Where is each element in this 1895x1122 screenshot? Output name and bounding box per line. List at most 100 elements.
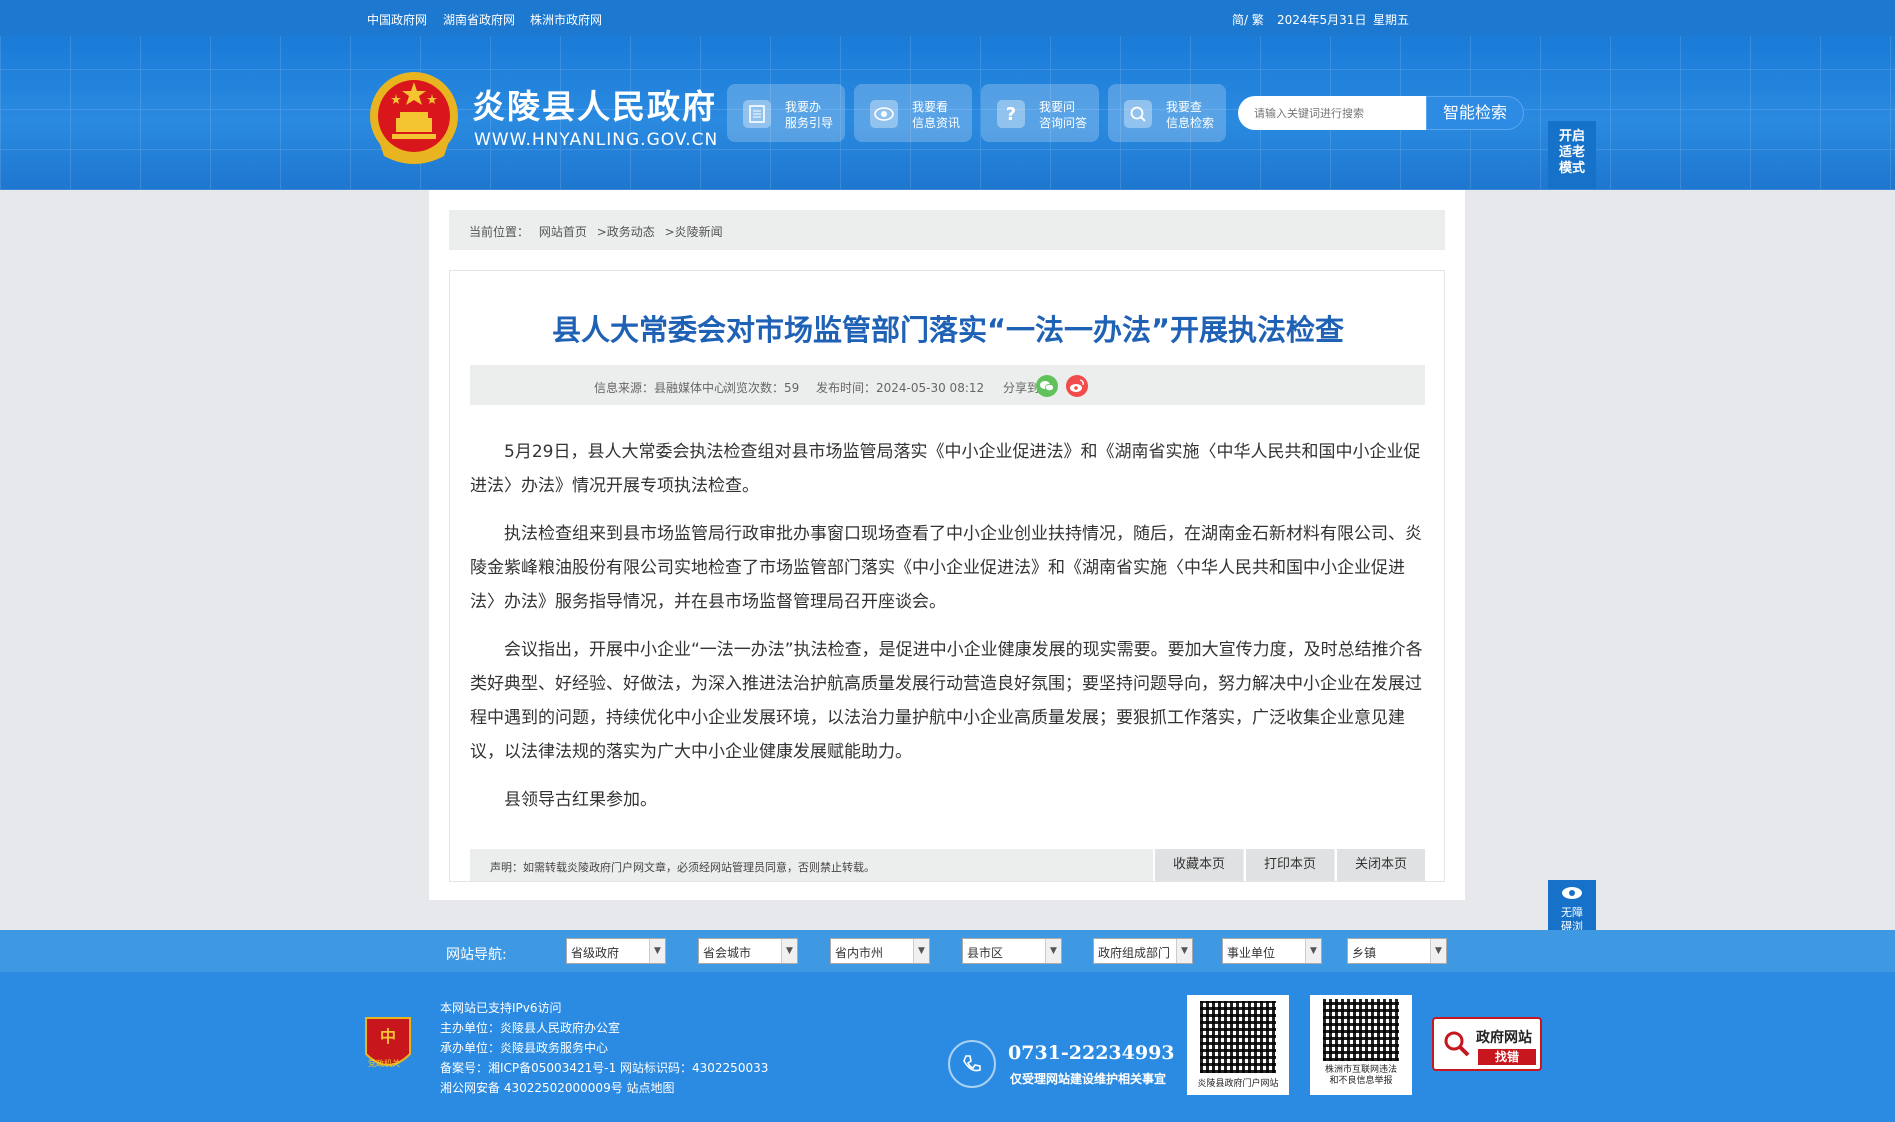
eye-icon [870,100,898,128]
breadcrumb-gov-news[interactable]: >政务动态 [597,225,655,239]
article-paragraph: 5月29日，县人大常委会执法检查组对县市场监管局落实《中小企业促进法》和《湖南省… [470,442,1421,496]
print-button[interactable]: 打印本页 [1244,849,1334,881]
chevron-down-icon: ▼ [1176,939,1192,963]
bookmark-button[interactable]: 收藏本页 [1153,849,1243,881]
article-date: 发布时间：2024-05-30 08:12 [816,381,985,395]
footer-organizer: 承办单位：炎陵县政务服务中心 [440,1041,609,1055]
eye-icon [1562,887,1582,899]
phone-icon [948,1040,996,1088]
breadcrumb-home[interactable]: 网站首页 [539,225,587,239]
close-page-button[interactable]: 关闭本页 [1335,849,1425,881]
breadcrumb-label: 当前位置： [469,225,530,239]
quick-link-sublabel: 信息资讯 [912,116,961,130]
article-paragraph: 执法检查组来到县市场监管局行政审批办事窗口现场查看了中小企业创业扶持情况，随后，… [470,524,1422,612]
qr-caption: 炎陵县政府门户网站 [1197,1079,1279,1089]
gov-site-error-report[interactable]: 政府网站 找错 [1432,1017,1542,1071]
article-views: 浏览次数：59 [724,381,800,395]
footer-sponsor: 主办单位：炎陵县人民政府办公室 [440,1021,621,1035]
weibo-share-icon[interactable] [1066,375,1088,397]
svg-text:中: 中 [380,1027,396,1046]
select-value: 乡镇 [1352,946,1377,960]
select-capital-cities[interactable]: 省会城市 ▼ [698,938,798,964]
breadcrumb: 当前位置： 网站首页 >政务动态 >炎陵新闻 [449,210,1445,250]
qr-code-icon [1200,1001,1276,1073]
qr-code-report: 株洲市互联网违法和不良信息举报 [1310,995,1412,1095]
language-toggle[interactable]: 简/ 繁 [1232,11,1264,28]
select-counties[interactable]: 县市区 ▼ [962,938,1062,964]
select-value: 省会城市 [703,946,752,960]
article-source: 信息来源：县融媒体中心 [594,381,727,395]
link-gov-cn[interactable]: 中国政府网 [367,11,427,28]
link-zhuzhou-gov[interactable]: 株洲市政府网 [530,11,602,28]
footer-ipv6: 本网站已支持IPv6访问 [440,1001,562,1015]
select-departments[interactable]: 政府组成部门 ▼ [1093,938,1193,964]
quick-link-ask[interactable]: ? 我要问 咨询问答 [981,84,1099,142]
article-footer: 声明：如需转载炎陵政府门户网文章，必须经网站管理员同意，否则禁止转载。 收藏本页… [470,849,1425,881]
elder-mode-label: 开启适老模式 [1558,129,1585,176]
quick-link-info[interactable]: 我要看 信息资讯 [854,84,972,142]
quick-link-label: 我要查 [1166,100,1203,114]
article: 县人大常委会对市场监管部门落实“一法一办法”开展执法检查 信息来源：县融媒体中心… [449,270,1445,882]
party-gov-label: 党政机关 [368,1059,400,1068]
article-title: 县人大常委会对市场监管部门落实“一法一办法”开展执法检查 [551,313,1345,347]
select-value: 省内市州 [835,946,884,960]
site-header: 炎陵县人民政府 WWW.HNYANLING.GOV.CN 我要办 服务引导 我要… [0,36,1895,190]
error-report-title: 政府网站 [1476,1030,1532,1046]
elder-mode-button[interactable]: 开启适老模式 [1548,121,1596,189]
footer-info: 本网站已支持IPv6访问 主办单位：炎陵县人民政府办公室 承办单位：炎陵县政务服… [440,998,768,1098]
search-input[interactable] [1238,96,1428,130]
contact-phone: 0731-22234993 [1008,1042,1175,1064]
qr-code-icon [1323,999,1399,1061]
article-paragraph: 县领导古红果参加。 [504,790,657,810]
national-emblem-icon [370,72,458,164]
current-date: 2024年5月31日 [1277,13,1367,27]
party-gov-badge[interactable]: 中 党政机关 [362,1014,414,1076]
current-weekday: 星期五 [1373,13,1410,27]
select-value: 事业单位 [1227,946,1276,960]
article-meta: 信息来源：县融媒体中心 浏览次数：59 发布时间：2024-05-30 08:1… [470,365,1425,405]
wechat-share-icon[interactable] [1036,375,1058,397]
question-icon: ? [997,100,1025,128]
footer-security[interactable]: 湘公网安备 43022502000009号 站点地图 [440,1078,768,1098]
article-paragraph: 会议指出，开展中小企业“一法一办法”执法检查，是促进中小企业健康发展的现实需要。… [470,640,1423,762]
chevron-down-icon: ▼ [1430,939,1446,963]
chevron-down-icon: ▼ [781,939,797,963]
select-value: 政府组成部门 [1098,946,1171,960]
select-institutions[interactable]: 事业单位 ▼ [1222,938,1322,964]
quick-link-sublabel: 咨询问答 [1039,116,1088,130]
select-townships[interactable]: 乡镇 ▼ [1347,938,1447,964]
contact-phone-note: 仅受理网站建设维护相关事宜 [1010,1072,1167,1086]
quick-link-search[interactable]: 我要查 信息检索 [1108,84,1226,142]
magnifier-icon [1444,1031,1470,1057]
quick-link-label: 我要问 [1039,100,1076,114]
top-bar: 中国政府网 湖南省政府网 株洲市政府网 简/ 繁 2024年5月31日 星期五 [0,0,1895,36]
error-report-label: 找错 [1478,1049,1536,1065]
select-value: 县市区 [967,946,1004,960]
site-title: 炎陵县人民政府 [472,87,717,126]
site-url: WWW.HNYANLING.GOV.CN [474,130,719,150]
site-nav-label: 网站导航: [446,947,507,963]
site-nav-bar: 网站导航: 省级政府 ▼ 省会城市 ▼ 省内市州 ▼ 县市区 ▼ 政府组成部门 ▼ 事业单… [0,930,1895,972]
qr-code-portal: 炎陵县政府门户网站 [1187,995,1289,1095]
select-provincial[interactable]: 省级政府 ▼ [566,938,666,964]
chevron-down-icon: ▼ [1305,939,1321,963]
search-icon [1124,100,1152,128]
quick-link-label: 我要办 [785,100,822,114]
chevron-down-icon: ▼ [649,939,665,963]
select-value: 省级政府 [571,946,620,960]
quick-link-sublabel: 服务引导 [785,116,834,130]
qr-caption: 株洲市互联网违法和不良信息举报 [1324,1065,1397,1086]
select-prefectures[interactable]: 省内市州 ▼ [830,938,930,964]
chevron-down-icon: ▼ [1045,939,1061,963]
quick-link-services[interactable]: 我要办 服务引导 [727,84,845,142]
footer-icp[interactable]: 备案号：湘ICP备05003421号-1 网站标识码：4302250033 [440,1058,768,1078]
search-button[interactable]: 智能检索 [1426,96,1524,130]
breadcrumb-yanling-news[interactable]: >炎陵新闻 [665,225,723,239]
link-hunan-gov[interactable]: 湖南省政府网 [443,11,515,28]
copyright-statement: 声明：如需转载炎陵政府门户网文章，必须经网站管理员同意，否则禁止转载。 [490,861,875,874]
share-label: 分享到 [1003,381,1040,395]
site-footer: 中 党政机关 本网站已支持IPv6访问 主办单位：炎陵县人民政府办公室 承办单位… [0,972,1895,1122]
document-icon [743,100,771,128]
chevron-down-icon: ▼ [913,939,929,963]
quick-link-label: 我要看 [912,100,949,114]
